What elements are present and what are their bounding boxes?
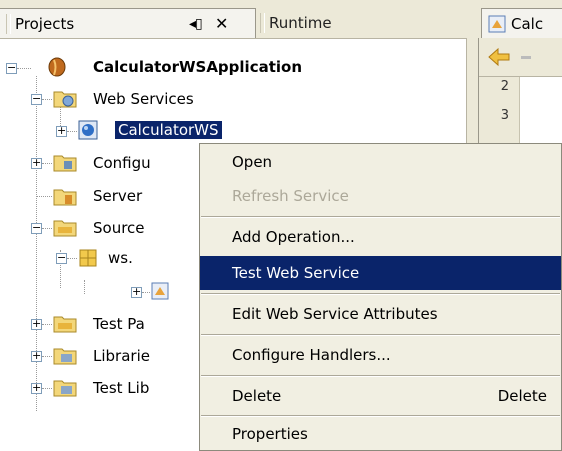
menu-separator: [201, 375, 560, 377]
menu-item-shortcut: Delete: [497, 387, 547, 405]
menu-item-open[interactable]: Open: [200, 145, 561, 179]
expand-toggle[interactable]: +: [31, 382, 42, 394]
editor-toolbar: [479, 38, 562, 77]
folder-source-icon: [53, 220, 77, 237]
tree-item-calculator-ws[interactable]: CalculatorWS: [115, 121, 222, 139]
web-service-icon: [78, 120, 98, 140]
expand-toggle[interactable]: +: [31, 350, 42, 362]
tree-item-package[interactable]: ws.: [108, 249, 133, 267]
tree-connector: [42, 388, 52, 389]
folder-web-services-icon: [53, 91, 77, 108]
tree-connector: [42, 99, 52, 100]
collapse-toggle[interactable]: −: [56, 252, 67, 264]
collapse-toggle[interactable]: −: [6, 62, 17, 74]
window-tab-strip: Projects ◂▯ ✕ Runtime Calc: [0, 0, 562, 39]
expand-toggle[interactable]: +: [131, 286, 142, 298]
tree-item-source[interactable]: Source: [93, 219, 145, 237]
menu-separator: [201, 334, 560, 336]
tree-connector: [17, 68, 31, 69]
tab-runtime[interactable]: Runtime: [256, 8, 466, 38]
tree-connector: [42, 356, 52, 357]
menu-item-label: Properties: [232, 425, 308, 443]
tree-connector: [67, 258, 77, 259]
tree-item-web-services[interactable]: Web Services: [93, 90, 194, 108]
menu-item-label: Configure Handlers...: [232, 346, 391, 364]
close-icon[interactable]: ✕: [215, 14, 228, 33]
back-arrow-icon[interactable]: [487, 46, 513, 68]
folder-libraries-icon: [53, 348, 77, 365]
collapse-toggle[interactable]: −: [31, 93, 42, 105]
tree-item-test-libraries[interactable]: Test Lib: [93, 379, 149, 397]
menu-item-label: Refresh Service: [232, 187, 349, 205]
tree-item-libraries[interactable]: Librarie: [93, 347, 150, 365]
menu-item-label: Edit Web Service Attributes: [232, 305, 438, 323]
tree-item-test-packages[interactable]: Test Pa: [93, 315, 145, 333]
tab-editor[interactable]: Calc: [481, 8, 562, 38]
menu-item-delete[interactable]: Delete Delete: [200, 379, 561, 413]
java-file-icon: [151, 282, 169, 300]
tab-projects-label: Projects: [15, 14, 75, 33]
tree-item-project-root[interactable]: CalculatorWSApplication: [93, 58, 302, 76]
tree-item-server[interactable]: Server: [93, 187, 142, 205]
tree-connector: [42, 163, 52, 164]
tree-guide-line: [84, 280, 85, 294]
tab-projects[interactable]: Projects ◂▯ ✕: [0, 8, 256, 38]
menu-item-label: Add Operation...: [232, 228, 355, 246]
tab-runtime-label: Runtime: [269, 14, 332, 32]
expand-toggle[interactable]: +: [56, 125, 67, 137]
menu-item-configure-handlers[interactable]: Configure Handlers...: [200, 338, 561, 372]
collapse-toggle[interactable]: −: [31, 222, 42, 234]
folder-server-icon: [53, 189, 77, 206]
tree-connector: [42, 324, 52, 325]
menu-separator: [201, 216, 560, 218]
toolbar-separator: [521, 56, 531, 59]
menu-item-edit-web-service-attributes[interactable]: Edit Web Service Attributes: [200, 297, 561, 331]
line-number: 3: [500, 108, 509, 123]
expand-toggle[interactable]: +: [31, 318, 42, 330]
tree-connector: [36, 196, 52, 197]
minimize-window-icon[interactable]: ◂▯: [189, 16, 203, 32]
package-icon: [79, 249, 97, 267]
tree-connector: [42, 228, 52, 229]
menu-separator: [201, 293, 560, 295]
tree-connector: [67, 131, 77, 132]
menu-item-label: Test Web Service: [232, 264, 360, 282]
tree-item-configuration[interactable]: Configu: [93, 154, 151, 172]
line-number: 2: [500, 79, 509, 94]
menu-item-label: Delete: [232, 387, 282, 405]
folder-configuration-icon: [53, 155, 77, 172]
menu-item-add-operation[interactable]: Add Operation...: [200, 220, 561, 254]
menu-item-refresh-service: Refresh Service: [200, 179, 561, 213]
menu-item-properties[interactable]: Properties: [200, 417, 561, 451]
project-icon: [48, 57, 66, 77]
menu-item-label: Open: [232, 153, 273, 171]
context-menu: Open Refresh Service Add Operation... Te…: [199, 143, 562, 451]
java-file-icon: [488, 15, 506, 32]
expand-toggle[interactable]: +: [31, 157, 42, 169]
tree-connector: [142, 292, 150, 293]
tab-grip: [6, 13, 11, 34]
tab-editor-label: Calc: [511, 14, 544, 33]
folder-test-libraries-icon: [53, 380, 77, 397]
tab-grip: [260, 13, 265, 33]
folder-test-packages-icon: [53, 316, 77, 333]
menu-item-test-web-service[interactable]: Test Web Service: [200, 256, 561, 290]
